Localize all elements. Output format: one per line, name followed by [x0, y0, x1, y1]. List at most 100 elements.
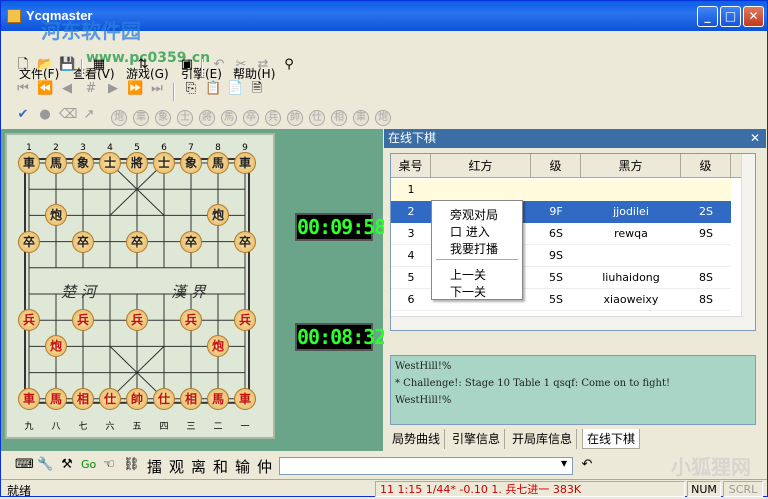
grid-icon[interactable]: #: [83, 81, 99, 97]
swap-icon[interactable]: ⇄: [255, 57, 271, 73]
open-icon[interactable]: 📂: [37, 57, 53, 73]
next-fast-icon[interactable]: ⏩: [127, 81, 143, 97]
action-button[interactable]: 和: [213, 456, 228, 477]
clipboard-icon[interactable]: 📄: [227, 81, 243, 97]
black-piece[interactable]: 士: [153, 152, 175, 174]
black-piece[interactable]: 車: [234, 152, 256, 174]
chess-board[interactable]: 123456789九八七六五四三二一 楚 河 漢 界 車馬象士將士象馬車炮炮卒卒…: [5, 133, 275, 439]
eraser-icon[interactable]: ⌫: [59, 107, 77, 123]
copy-icon[interactable]: ⎘: [183, 81, 199, 97]
action-button[interactable]: 观: [169, 456, 184, 477]
piece-tool-button[interactable]: 相: [331, 110, 347, 126]
black-piece[interactable]: 象: [72, 152, 94, 174]
go-button[interactable]: Go: [81, 458, 96, 471]
header-black[interactable]: 黑方: [581, 154, 681, 178]
action-button[interactable]: 输: [235, 456, 250, 477]
black-piece[interactable]: 卒: [18, 230, 40, 253]
action-button[interactable]: 擂: [147, 456, 162, 477]
doc-icon[interactable]: 🗎: [249, 81, 265, 97]
keyboard-icon[interactable]: ⌨: [15, 457, 34, 473]
menu-item-prev-level[interactable]: 上一关: [450, 266, 486, 283]
header-table-no[interactable]: 桌号: [391, 154, 431, 178]
horizontal-scrollbar[interactable]: [391, 316, 743, 330]
tab-trend[interactable]: 局势曲线: [388, 429, 446, 449]
menu-item-enter[interactable]: 口 进入: [450, 223, 490, 240]
tools-icon[interactable]: ⚒: [59, 457, 75, 473]
red-piece[interactable]: 車: [234, 387, 256, 410]
dot-icon[interactable]: ●: [37, 107, 53, 123]
piece-tool-button[interactable]: 馬: [221, 110, 237, 126]
panel-close-icon[interactable]: ✕: [750, 129, 760, 148]
action-button[interactable]: 仲: [257, 456, 272, 477]
black-piece[interactable]: 卒: [126, 230, 148, 253]
piece-tool-button[interactable]: 象: [155, 110, 171, 126]
header-black-level[interactable]: 级: [681, 154, 731, 178]
dropdown-arrow-icon[interactable]: ▼: [561, 459, 567, 468]
red-piece[interactable]: 仕: [99, 387, 121, 410]
cut-icon[interactable]: ✂: [233, 57, 249, 73]
menu-item-next-level[interactable]: 下一关: [450, 283, 486, 300]
piece-tool-button[interactable]: 炮: [375, 110, 391, 126]
save-icon[interactable]: 💾: [59, 57, 75, 73]
new-icon[interactable]: 🗋: [15, 57, 31, 73]
check-icon[interactable]: ✔: [15, 107, 31, 123]
undo-icon[interactable]: ↶: [211, 57, 227, 73]
black-piece[interactable]: 象: [180, 152, 202, 174]
first-move-icon[interactable]: ⏮: [15, 81, 31, 97]
sort-icon[interactable]: ⇅: [135, 57, 151, 73]
board-icon[interactable]: ▦: [91, 57, 107, 73]
table-cell: [581, 179, 681, 201]
menu-item-challenge[interactable]: 我要打播: [450, 240, 498, 257]
black-piece[interactable]: 卒: [234, 230, 256, 253]
wrench-icon[interactable]: 🔧: [37, 457, 53, 473]
black-piece[interactable]: 車: [18, 152, 40, 174]
red-piece[interactable]: 車: [18, 387, 40, 410]
tab-opening-book[interactable]: 开局库信息: [508, 429, 578, 449]
piece-tool-button[interactable]: 炮: [111, 110, 127, 126]
command-input[interactable]: [279, 457, 573, 475]
table-row[interactable]: 1: [391, 179, 743, 201]
maximize-button[interactable]: □: [720, 6, 741, 27]
link-icon[interactable]: ⛓: [123, 457, 140, 473]
prev-fast-icon[interactable]: ⏪: [37, 81, 53, 97]
piece-tool-button[interactable]: 兵: [265, 110, 281, 126]
red-piece[interactable]: 相: [180, 387, 202, 410]
black-piece[interactable]: 士: [99, 152, 121, 174]
piece-tool-button[interactable]: 仕: [309, 110, 325, 126]
header-red[interactable]: 红方: [431, 154, 531, 178]
prev-icon[interactable]: ◀: [59, 81, 75, 97]
arrow-icon[interactable]: ↗: [81, 107, 97, 123]
chat-line: WestHill!%: [395, 361, 452, 372]
red-piece[interactable]: 仕: [153, 387, 175, 410]
red-piece[interactable]: 帥: [126, 387, 148, 410]
piece-tool-button[interactable]: 士: [177, 110, 193, 126]
paste-icon[interactable]: 📋: [205, 81, 221, 97]
piece-tool-button[interactable]: 帥: [287, 110, 303, 126]
close-button[interactable]: ✕: [743, 6, 764, 27]
menu-item-watch[interactable]: 旁观对局: [450, 206, 498, 223]
piece-tool-button[interactable]: 車: [133, 110, 149, 126]
black-piece[interactable]: 馬: [207, 152, 229, 174]
black-piece[interactable]: 卒: [180, 230, 202, 253]
piece-tool-button[interactable]: 將: [199, 110, 215, 126]
send-icon[interactable]: ↶: [579, 457, 595, 473]
black-piece[interactable]: 將: [126, 152, 148, 174]
action-button[interactable]: 离: [191, 456, 206, 477]
red-piece[interactable]: 相: [72, 387, 94, 410]
console-icon[interactable]: ▣: [179, 57, 195, 73]
next-icon[interactable]: ▶: [105, 81, 121, 97]
last-move-icon[interactable]: ⏭: [149, 81, 165, 97]
piece-tool-button[interactable]: 卒: [243, 110, 259, 126]
minimize-button[interactable]: _: [697, 6, 718, 27]
header-red-level[interactable]: 级: [531, 154, 581, 178]
hand-icon[interactable]: ☜: [101, 457, 117, 473]
vertical-scrollbar[interactable]: [741, 154, 755, 330]
black-piece[interactable]: 馬: [45, 152, 67, 174]
find-icon[interactable]: ⚲: [281, 57, 297, 73]
red-piece[interactable]: 馬: [45, 387, 67, 410]
tab-engine-info[interactable]: 引擎信息: [448, 429, 506, 449]
black-piece[interactable]: 卒: [72, 230, 94, 253]
table-header: 桌号 红方 级 黑方 级: [391, 154, 743, 178]
piece-tool-button[interactable]: 車: [353, 110, 369, 126]
red-piece[interactable]: 馬: [207, 387, 229, 410]
